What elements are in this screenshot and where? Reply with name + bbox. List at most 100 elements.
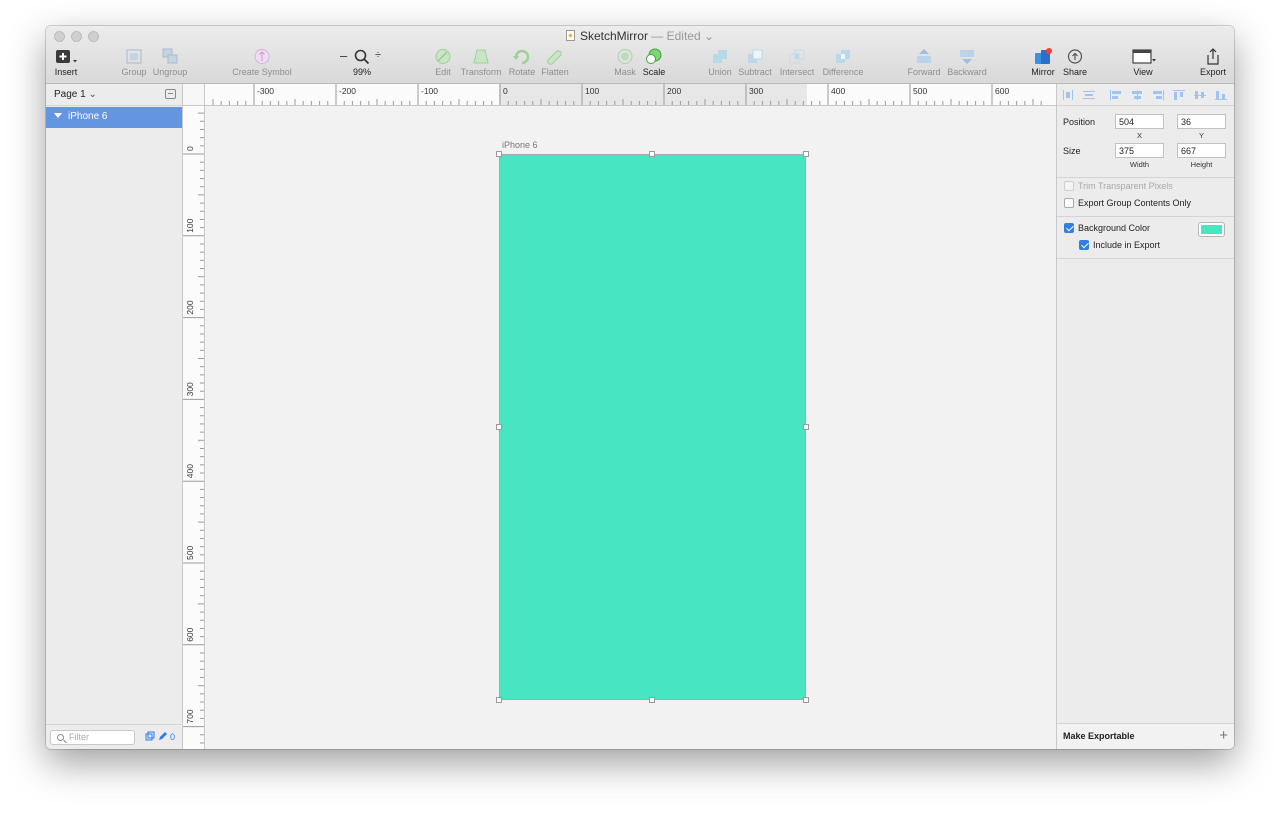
page-name: Page 1 — [54, 89, 86, 100]
align-bottom-icon[interactable] — [1215, 90, 1227, 100]
artboard[interactable] — [499, 154, 806, 700]
chevron-down-icon[interactable]: ⌄ — [704, 29, 714, 43]
collapse-pages-icon[interactable] — [165, 89, 176, 99]
view-button[interactable]: View — [1128, 48, 1158, 77]
resize-handle-bottom-right[interactable] — [803, 697, 809, 703]
share-button[interactable]: Share — [1062, 48, 1088, 77]
symbols-filter-icon[interactable] — [145, 731, 155, 741]
intersect-label: Intersect — [779, 67, 815, 77]
subtract-button[interactable]: Subtract — [737, 48, 773, 77]
inspector-panel: Position 504 36 X Y Size 375 667 Width H… — [1056, 84, 1234, 749]
disclosure-triangle-icon[interactable] — [54, 113, 62, 118]
page-selector[interactable]: Page 1 ⌄ — [46, 84, 182, 106]
include-in-export-checkbox[interactable] — [1079, 240, 1089, 250]
include-in-export-label: Include in Export — [1093, 240, 1161, 250]
align-middle-vertical-icon[interactable] — [1194, 90, 1206, 100]
ruler-label: 400 — [831, 86, 845, 96]
align-top-icon[interactable] — [1173, 90, 1185, 100]
layer-row-artboard[interactable]: iPhone 6 — [46, 107, 182, 128]
edit-button[interactable]: Edit — [432, 48, 454, 77]
add-export-icon[interactable]: + — [1219, 727, 1228, 744]
forward-button[interactable]: Forward — [907, 48, 941, 77]
slice-count: 0 — [170, 732, 176, 742]
backward-button[interactable]: Backward — [946, 48, 988, 77]
window-title: SketchMirror — Edited ⌄ — [46, 29, 1234, 43]
background-color-checkbox[interactable] — [1064, 223, 1074, 233]
vertical-ruler[interactable]: 0 100 200 300 400 500 600 700 — [183, 106, 205, 749]
make-exportable-bar[interactable]: Make Exportable + — [1057, 723, 1234, 749]
position-y-field[interactable]: 36 — [1177, 114, 1226, 129]
ruler-label: -100 — [421, 86, 438, 96]
rotate-label: Rotate — [508, 67, 536, 77]
ungroup-button[interactable]: Ungroup — [152, 48, 188, 77]
ruler-label: 400 — [185, 464, 195, 478]
zoom-in-button[interactable]: ÷ — [375, 49, 381, 61]
zoom-out-button[interactable]: – — [340, 48, 347, 63]
ruler-label: 500 — [913, 86, 927, 96]
intersect-icon — [789, 49, 805, 64]
view-layout-icon — [1132, 49, 1156, 64]
distribute-horizontal-icon[interactable] — [1062, 90, 1074, 100]
horizontal-ruler[interactable]: -300 -200 -100 0 100 200 300 400 500 600 — [205, 84, 1056, 106]
group-button[interactable]: Group — [121, 48, 147, 77]
resize-handle-bottom[interactable] — [649, 697, 655, 703]
resize-handle-top-right[interactable] — [803, 151, 809, 157]
transform-button[interactable]: Transform — [459, 48, 503, 77]
send-backward-icon — [960, 50, 974, 64]
ruler-label: 600 — [185, 627, 195, 641]
position-x-field[interactable]: 504 — [1115, 114, 1164, 129]
align-left-icon[interactable] — [1110, 90, 1122, 100]
edited-status[interactable]: — Edited — [651, 29, 700, 43]
intersect-button[interactable]: Intersect — [778, 48, 816, 77]
transform-icon — [473, 49, 489, 64]
backward-label: Backward — [947, 67, 987, 77]
width-field[interactable]: 375 — [1115, 143, 1164, 158]
cloud-share-icon — [1067, 49, 1083, 64]
union-button[interactable]: Union — [707, 48, 733, 77]
align-right-icon[interactable] — [1152, 90, 1164, 100]
create-symbol-label: Create Symbol — [232, 67, 292, 77]
zoom-magnifier-icon[interactable] — [354, 49, 370, 65]
ruler-label: -200 — [339, 86, 356, 96]
filter-placeholder: Filter — [69, 732, 89, 742]
insert-icon — [56, 50, 77, 63]
export-group-checkbox[interactable] — [1064, 198, 1074, 208]
trim-transparent-checkbox[interactable] — [1064, 181, 1074, 191]
mirror-button[interactable]: Mirror — [1029, 48, 1057, 77]
resize-handle-top[interactable] — [649, 151, 655, 157]
x-caption: X — [1136, 131, 1142, 140]
distribute-vertical-icon[interactable] — [1083, 90, 1095, 100]
height-field[interactable]: 667 — [1177, 143, 1226, 158]
align-center-horizontal-icon[interactable] — [1131, 90, 1143, 100]
divider — [1057, 177, 1234, 178]
mask-button[interactable]: Mask — [613, 48, 637, 77]
layer-filter-input[interactable]: Filter — [50, 730, 135, 745]
union-label: Union — [708, 67, 732, 77]
insert-button[interactable]: Insert — [53, 48, 79, 77]
resize-handle-top-left[interactable] — [496, 151, 502, 157]
resize-handle-left[interactable] — [496, 424, 502, 430]
ruler-label: 200 — [667, 86, 681, 96]
scale-button[interactable]: Scale — [642, 48, 666, 77]
width-caption: Width — [1129, 160, 1150, 169]
color-fill — [1201, 225, 1222, 234]
resize-handle-right[interactable] — [803, 424, 809, 430]
edit-vector-icon — [435, 49, 451, 64]
background-color-swatch[interactable] — [1198, 222, 1225, 237]
ruler-label: 300 — [185, 382, 195, 396]
alignment-toolbar — [1057, 84, 1234, 106]
artboard-title[interactable]: iPhone 6 — [502, 140, 538, 150]
trim-transparent-label: Trim Transparent Pixels — [1078, 181, 1173, 191]
rotate-button[interactable]: Rotate — [508, 48, 536, 77]
ungroup-icon — [162, 48, 178, 64]
resize-handle-bottom-left[interactable] — [496, 697, 502, 703]
export-button[interactable]: Export — [1198, 48, 1228, 77]
canvas[interactable]: iPhone 6 — [205, 106, 1056, 749]
ruler-label: -300 — [257, 86, 274, 96]
rotate-icon — [513, 49, 530, 65]
slice-pencil-icon[interactable] — [158, 731, 168, 741]
create-symbol-button[interactable]: Create Symbol — [232, 48, 292, 77]
difference-button[interactable]: Difference — [821, 48, 865, 77]
flatten-button[interactable]: Flatten — [540, 48, 570, 77]
zoom-control: – ÷ 99% — [337, 48, 387, 77]
